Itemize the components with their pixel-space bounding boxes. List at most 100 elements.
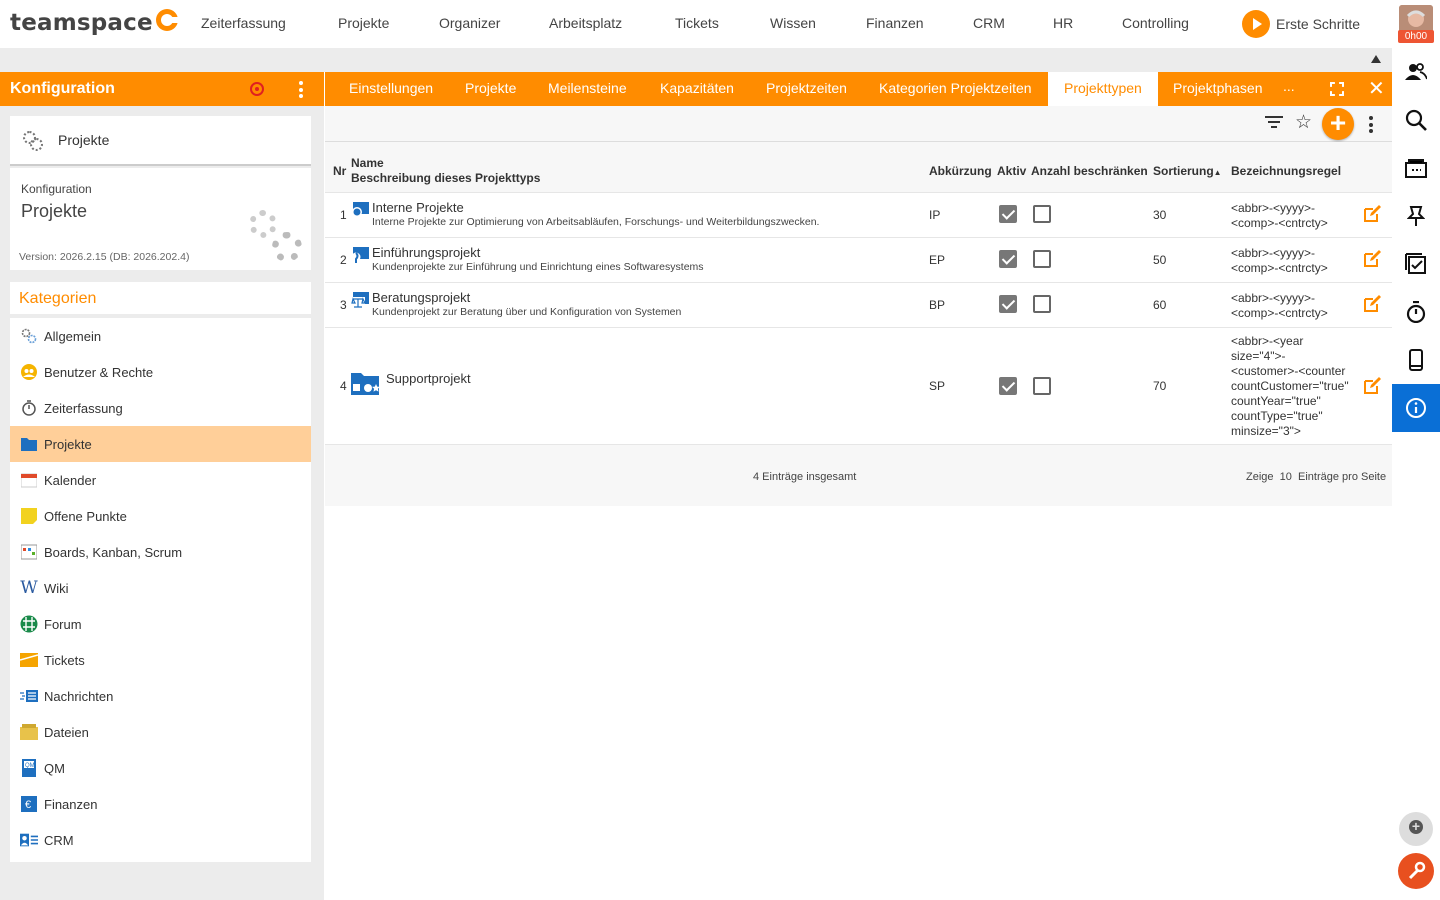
edit-icon[interactable] <box>1363 205 1381 223</box>
edit-icon[interactable] <box>1363 295 1381 313</box>
tasks-icon[interactable] <box>1392 240 1440 288</box>
category-item[interactable]: € Finanzen <box>10 786 311 822</box>
limit-checkbox[interactable] <box>1033 295 1051 313</box>
table-row[interactable]: 3 Beratungsprojekt Kundenprojekt zur Ber… <box>325 282 1392 327</box>
limit-checkbox[interactable] <box>1033 377 1051 395</box>
category-item[interactable]: Forum <box>10 606 311 642</box>
add-widget-icon[interactable] <box>1399 812 1433 846</box>
nav-crm[interactable]: CRM <box>973 15 1005 31</box>
limit-checkbox[interactable] <box>1033 250 1051 268</box>
tab-projektzeiten[interactable]: Projektzeiten <box>766 72 847 106</box>
category-item[interactable]: Nachrichten <box>10 678 311 714</box>
favorite-star-icon[interactable]: ☆ <box>1295 111 1312 134</box>
nav-projekte[interactable]: Projekte <box>338 15 389 31</box>
nav-zeiterfassung[interactable]: Zeiterfassung <box>201 15 286 31</box>
erste-schritte-button[interactable]: Erste Schritte <box>1242 10 1360 38</box>
collapse-caret-icon[interactable] <box>1371 55 1381 63</box>
row-name[interactable]: Beratungsprojekt <box>372 290 681 305</box>
tab-kapazitaeten[interactable]: Kapazitäten <box>660 72 734 106</box>
tools-wrench-icon[interactable] <box>1398 853 1434 889</box>
row-rule: <abbr>-<yyyy>- <comp>-<cntrcty> <box>1231 291 1328 321</box>
nav-controlling[interactable]: Controlling <box>1122 15 1189 31</box>
table-row[interactable]: 2 Einführungsprojekt Kundenprojekte zur … <box>325 237 1392 282</box>
stopwatch-icon <box>20 399 38 417</box>
tab-einstellungen[interactable]: Einstellungen <box>349 72 433 106</box>
tab-projekte[interactable]: Projekte <box>465 72 516 106</box>
nav-wissen[interactable]: Wissen <box>770 15 816 31</box>
nav-finanzen[interactable]: Finanzen <box>866 15 924 31</box>
top-navigation: teamspace Zeiterfassung Projekte Organiz… <box>0 0 1440 48</box>
category-item[interactable]: Offene Punkte <box>10 498 311 534</box>
page-size-value[interactable]: 10 <box>1280 471 1292 483</box>
tab-projekttypen[interactable]: Projekttypen <box>1048 72 1158 106</box>
table-row[interactable]: 1 Interne Projekte Interne Projekte zur … <box>325 192 1392 237</box>
search-icon[interactable] <box>1392 96 1440 144</box>
page-size-control[interactable]: Zeige 10 Einträge pro Seite <box>1246 471 1386 483</box>
row-desc: Kundenprojekte zur Einführung und Einric… <box>372 261 704 273</box>
gears-icon <box>20 327 38 345</box>
nav-arbeitsplatz[interactable]: Arbeitsplatz <box>549 15 622 31</box>
selected-module-card[interactable]: Projekte <box>10 116 311 166</box>
tab-more[interactable]: ... <box>1283 78 1295 94</box>
add-projekttyp-button[interactable]: + <box>1322 108 1354 140</box>
contacts-icon[interactable] <box>1392 48 1440 96</box>
project-type-icon-introduction <box>351 247 369 263</box>
category-item[interactable]: Allgemein <box>10 318 311 354</box>
wiki-icon: W <box>20 578 38 598</box>
row-name[interactable]: Einführungsprojekt <box>372 245 704 260</box>
board-icon <box>20 543 38 561</box>
header-nr[interactable]: Nr <box>333 164 346 178</box>
category-item[interactable]: Benutzer & Rechte <box>10 354 311 390</box>
bug-icon[interactable] <box>250 82 264 96</box>
tab-kategorien-projektzeiten[interactable]: Kategorien Projektzeiten <box>879 72 1032 106</box>
aktiv-checkbox[interactable] <box>999 295 1017 313</box>
toolbar-menu-icon[interactable] <box>1369 116 1373 136</box>
header-desc: Beschreibung dieses Projekttyps <box>351 171 541 185</box>
timer-badge[interactable]: 0h00 <box>1398 30 1434 43</box>
close-icon[interactable]: ✕ <box>1368 79 1385 99</box>
category-item[interactable]: Boards, Kanban, Scrum <box>10 534 311 570</box>
nav-tickets[interactable]: Tickets <box>675 15 719 31</box>
pin-icon[interactable] <box>1392 192 1440 240</box>
aktiv-checkbox[interactable] <box>999 250 1017 268</box>
teamspace-logo[interactable]: teamspace <box>10 9 179 36</box>
folder-icon <box>20 435 38 453</box>
category-item[interactable]: QM QM <box>10 750 311 786</box>
category-item[interactable]: Dateien <box>10 714 311 750</box>
tab-projektphasen[interactable]: Projektphasen <box>1173 72 1263 106</box>
fullscreen-icon[interactable] <box>1330 82 1344 96</box>
category-label: Zeiterfassung <box>44 400 123 416</box>
header-abkuerzung[interactable]: Abkürzung <box>929 164 992 178</box>
header-aktiv[interactable]: Aktiv <box>997 164 1026 178</box>
header-bezeichnungsregel[interactable]: Bezeichnungsregel <box>1231 164 1341 178</box>
panel-menu-icon[interactable] <box>299 81 303 98</box>
category-item[interactable]: Tickets <box>10 642 311 678</box>
nav-hr[interactable]: HR <box>1053 15 1073 31</box>
filter-icon[interactable] <box>1265 116 1283 130</box>
rule-line: <abbr>-<yyyy>- <box>1231 291 1316 305</box>
inbox-icon[interactable] <box>1392 144 1440 192</box>
category-item[interactable]: Projekte <box>10 426 311 462</box>
mobile-icon[interactable] <box>1392 336 1440 384</box>
nav-organizer[interactable]: Organizer <box>439 15 500 31</box>
edit-icon[interactable] <box>1363 377 1381 395</box>
category-item[interactable]: Zeiterfassung <box>10 390 311 426</box>
category-label: Tickets <box>44 652 85 668</box>
header-anzahl[interactable]: Anzahl beschränken <box>1031 164 1148 178</box>
stopwatch-icon[interactable] <box>1392 288 1440 336</box>
table-row[interactable]: 4 Supportprojekt SP 70 <abbr>-<year size… <box>325 327 1392 445</box>
row-name[interactable]: Supportprojekt <box>386 371 471 386</box>
aktiv-checkbox[interactable] <box>999 377 1017 395</box>
edit-icon[interactable] <box>1363 250 1381 268</box>
page-size-suffix: Einträge pro Seite <box>1298 471 1387 483</box>
category-item[interactable]: W Wiki <box>10 570 311 606</box>
aktiv-checkbox[interactable] <box>999 205 1017 223</box>
info-icon[interactable] <box>1392 384 1440 432</box>
limit-checkbox[interactable] <box>1033 205 1051 223</box>
header-sortierung[interactable]: Sortierung▲ <box>1153 164 1222 178</box>
category-item[interactable]: CRM <box>10 822 311 858</box>
row-name[interactable]: Interne Projekte <box>372 200 819 215</box>
category-item[interactable]: Kalender <box>10 462 311 498</box>
header-name[interactable]: Name <box>351 156 384 170</box>
tab-meilensteine[interactable]: Meilensteine <box>548 72 627 106</box>
